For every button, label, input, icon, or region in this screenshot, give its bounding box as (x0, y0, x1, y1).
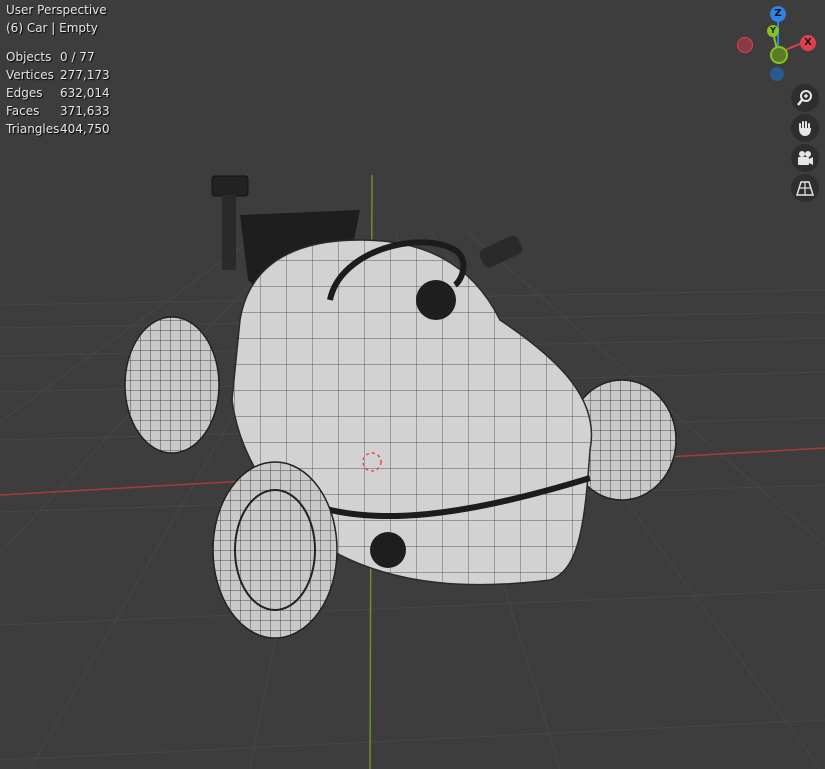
gizmo-neg-x-axis[interactable] (737, 37, 753, 53)
x-axis-label: X (804, 37, 812, 48)
stat-label: Faces (6, 104, 40, 118)
stat-label: Edges (6, 86, 43, 100)
3d-viewport[interactable]: User Perspective (6) Car | Empty Objects… (0, 0, 825, 769)
stat-row-triangles: Triangles 404,750 (6, 120, 146, 138)
camera-icon (798, 151, 813, 165)
stat-label: Triangles (6, 122, 60, 136)
stat-label: Objects (6, 50, 52, 64)
stat-row-edges: Edges 632,014 (6, 84, 146, 102)
stat-value: 371,633 (60, 104, 110, 118)
gizmo-neg-z-axis[interactable] (770, 67, 784, 81)
camera-view-button[interactable] (791, 144, 819, 172)
scene-statistics: Objects 0 / 77 Vertices 277,173 Edges 63… (6, 48, 146, 138)
stat-row-faces: Faces 371,633 (6, 102, 146, 120)
stat-value: 404,750 (60, 122, 110, 136)
gizmo-y-axis[interactable]: Y (767, 25, 779, 37)
stat-value: 277,173 (60, 68, 110, 82)
zoom-button[interactable] (791, 84, 819, 112)
stat-row-objects: Objects 0 / 77 (6, 48, 146, 66)
zoom-icon (797, 90, 812, 106)
view-name-label: User Perspective (6, 3, 107, 17)
stat-value: 632,014 (60, 86, 110, 100)
navigation-gizmo[interactable]: Z X Y (730, 0, 825, 90)
perspective-grid-icon (796, 181, 814, 196)
gizmo-neg-y-axis[interactable] (770, 46, 788, 64)
z-axis-label: Z (774, 8, 782, 19)
stat-value: 0 / 77 (60, 50, 95, 64)
pan-button[interactable] (791, 114, 819, 142)
pan-hand-icon (799, 121, 811, 136)
stat-row-vertices: Vertices 277,173 (6, 66, 146, 84)
perspective-toggle-button[interactable] (791, 174, 819, 202)
gizmo-x-axis[interactable]: X (800, 35, 816, 51)
active-object-label: (6) Car | Empty (6, 21, 98, 35)
y-axis-label: Y (770, 26, 776, 35)
gizmo-z-axis[interactable]: Z (770, 6, 786, 22)
stat-label: Vertices (6, 68, 54, 82)
